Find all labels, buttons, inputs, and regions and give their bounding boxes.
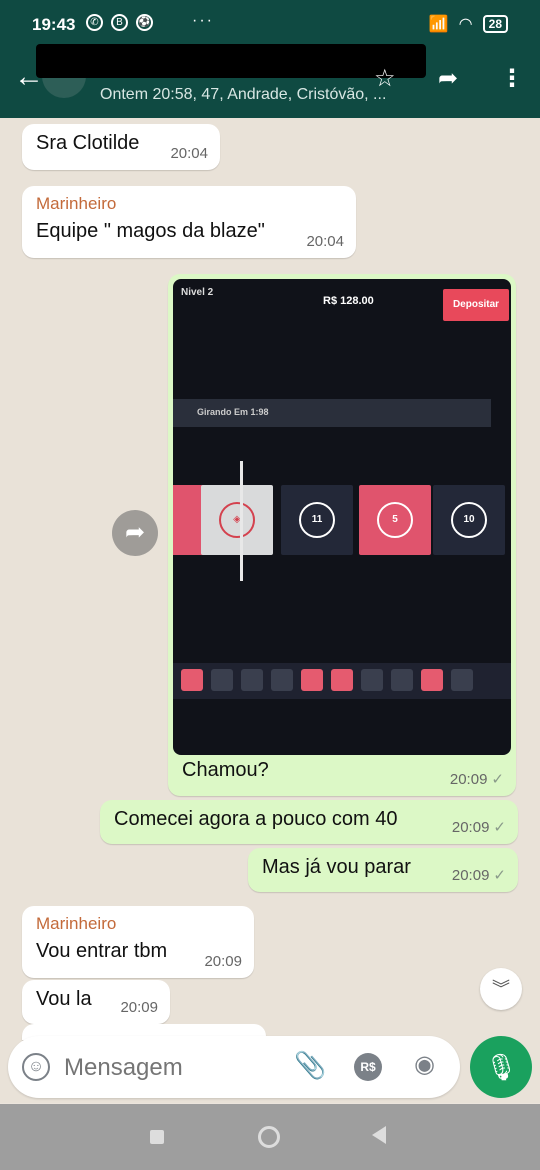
chat-header: ← Ontem 20:58, 47, Andrade, Cristóvão, .… xyxy=(0,44,540,118)
message-bubble[interactable]: Marinheiro Equipe " magos da blaze" 20:0… xyxy=(22,186,356,258)
back-arrow-icon[interactable]: ← xyxy=(14,60,44,94)
recents-icon[interactable] xyxy=(150,1130,164,1144)
wifi-icon: ◠ xyxy=(458,16,473,33)
redacted-title xyxy=(36,44,426,78)
message-time: 20:09 xyxy=(204,953,242,970)
status-bar: 19:43 ✆ B ⚽ ··· 📶 ◠ 28 xyxy=(0,0,540,50)
status-time: 19:43 xyxy=(32,15,76,34)
photo[interactable]: Nivel 2 R$ 128.00 Depositar Girando Em 1… xyxy=(173,279,511,755)
message-bubble[interactable]: Comecei agora a pouco com 40 20:09 ✓ xyxy=(100,800,518,844)
history-chip xyxy=(241,669,263,691)
message-input[interactable] xyxy=(64,1052,264,1084)
home-icon[interactable] xyxy=(258,1126,280,1148)
history-chip xyxy=(181,669,203,691)
read-check-icon: ✓ xyxy=(491,771,504,788)
history-chip xyxy=(211,669,233,691)
read-check-icon: ✓ xyxy=(493,867,506,884)
photo-level: Nivel 2 xyxy=(181,287,214,298)
photo-tile: 11 xyxy=(281,485,353,555)
payment-icon[interactable]: R$ xyxy=(354,1053,382,1081)
photo-tile: 5 xyxy=(359,485,431,555)
read-check-icon: ✓ xyxy=(493,819,506,836)
message-time: 20:09 ✓ xyxy=(451,867,506,884)
history-chip xyxy=(301,669,323,691)
history-chip xyxy=(451,669,473,691)
photo-tile-number: 5 xyxy=(377,502,413,538)
navigation-bar xyxy=(0,1104,540,1170)
back-nav-icon[interactable] xyxy=(372,1126,386,1144)
message-time: 20:09 ✓ xyxy=(451,819,506,836)
status-more-icon: ··· xyxy=(192,12,214,29)
more-vert-icon[interactable]: ⋮ xyxy=(500,64,524,93)
photo-history xyxy=(173,663,511,699)
microphone-icon: 🎙 xyxy=(484,1052,518,1082)
message-text: Comecei agora a pouco com 40 xyxy=(114,808,398,830)
message-text: Equipe " magos da blaze" xyxy=(36,220,265,242)
signal-icon: 📶 xyxy=(428,16,449,33)
scroll-down-icon[interactable]: ︾ xyxy=(480,968,522,1010)
image-caption: Chamou? xyxy=(182,759,269,781)
message-bubble[interactable]: Mas já vou parar 20:09 ✓ xyxy=(248,848,518,892)
sender-name[interactable]: Marinheiro xyxy=(36,194,342,214)
history-chip xyxy=(421,669,443,691)
mic-button[interactable]: 🎙 xyxy=(470,1036,532,1098)
whatsapp-icon: ✆ xyxy=(86,14,103,31)
history-chip xyxy=(271,669,293,691)
status-right-icons: 📶 ◠ 28 xyxy=(429,14,508,34)
photo-tile: 10 xyxy=(433,485,505,555)
history-chip xyxy=(391,669,413,691)
message-bubble[interactable]: Vou la 20:09 xyxy=(22,980,170,1024)
history-chip xyxy=(331,669,353,691)
message-time: 20:09 ✓ xyxy=(449,771,504,788)
camera-icon[interactable]: ◉ xyxy=(414,1050,435,1079)
star-icon[interactable]: ☆ xyxy=(374,64,396,93)
history-chip xyxy=(361,669,383,691)
message-input-box[interactable]: ☺ 📎 R$ ◉ xyxy=(8,1036,460,1098)
photo-spin-label: Girando Em 1:98 xyxy=(197,407,269,417)
photo-tile-number: 10 xyxy=(451,502,487,538)
chat-subtitle[interactable]: Ontem 20:58, 47, Andrade, Cristóvão, ... xyxy=(100,86,420,104)
image-message[interactable]: Nivel 2 R$ 128.00 Depositar Girando Em 1… xyxy=(168,274,516,796)
message-bubble[interactable]: Marinheiro Vou entrar tbm 20:09 xyxy=(22,906,254,978)
battery-icon: 28 xyxy=(482,15,508,33)
status-left-icons: ✆ B ⚽ xyxy=(86,14,153,31)
share-forward-icon[interactable]: ➦ xyxy=(112,510,158,556)
photo-needle xyxy=(240,461,243,581)
paperclip-icon[interactable]: 📎 xyxy=(294,1050,326,1081)
message-time: 20:09 xyxy=(120,999,158,1016)
top-bar: 19:43 ✆ B ⚽ ··· 📶 ◠ 28 ← Ontem 20:58, 47… xyxy=(0,0,540,118)
composer: ☺ 📎 R$ ◉ 🎙 xyxy=(0,1030,540,1104)
message-bubble[interactable]: Sra Clotilde 20:04 xyxy=(22,124,220,170)
soccer-icon: ⚽ xyxy=(136,14,153,31)
photo-tile-logo: ◈ xyxy=(219,502,255,538)
emoji-icon[interactable]: ☺ xyxy=(22,1053,50,1081)
photo-tile: ◈ xyxy=(201,485,273,555)
message-time: 20:04 xyxy=(306,233,344,250)
b-badge-icon: B xyxy=(111,14,128,31)
photo-deposit: Depositar xyxy=(443,289,509,321)
forward-icon[interactable]: ➦ xyxy=(438,64,458,93)
photo-tile-number: 11 xyxy=(299,502,335,538)
message-time: 20:04 xyxy=(170,145,208,162)
sender-name[interactable]: Marinheiro xyxy=(36,914,240,934)
photo-balance: R$ 128.00 xyxy=(323,295,374,307)
chat-area[interactable]: Sra Clotilde 20:04 Marinheiro Equipe " m… xyxy=(0,118,540,1103)
